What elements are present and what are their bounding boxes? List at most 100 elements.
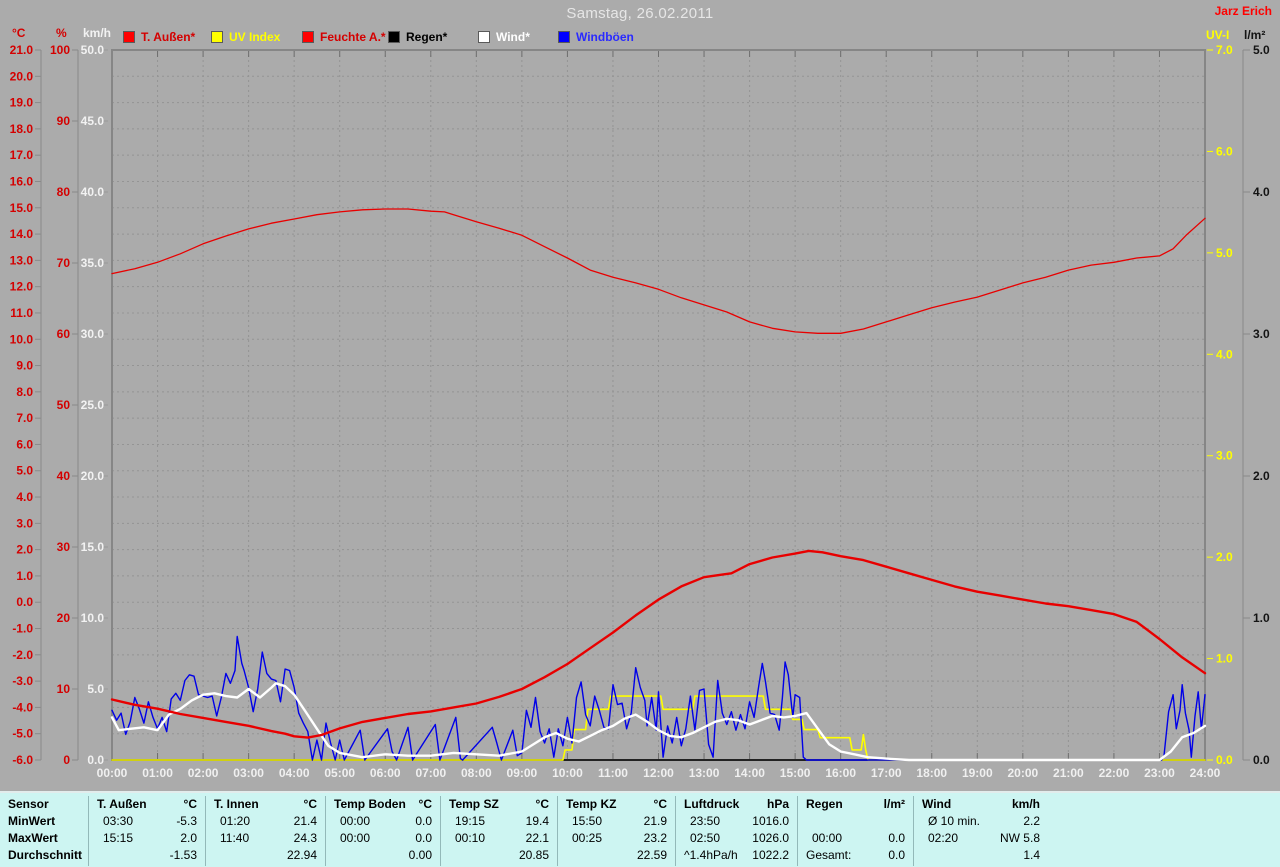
axis-tick-label: -6.0 bbox=[12, 753, 33, 767]
sensor-name: Luftdruck bbox=[684, 797, 740, 811]
axis-tick-label: 30 bbox=[57, 540, 71, 554]
axis-tick-label: 60 bbox=[57, 327, 71, 341]
axis-tick-label: 0.0 bbox=[16, 595, 33, 609]
table-header-sensor: Sensor bbox=[8, 797, 49, 811]
max-time: 00:25 bbox=[572, 831, 603, 845]
axis-tick-label: 90 bbox=[57, 114, 71, 128]
axis-tick-label: 12:00 bbox=[643, 766, 674, 780]
axis-tick-label: 40 bbox=[57, 469, 71, 483]
sensor-unit: °C bbox=[653, 797, 667, 811]
max-value: 24.3 bbox=[293, 831, 317, 845]
max-time: 00:00 bbox=[812, 831, 843, 845]
axis-tick-label: 50.0 bbox=[81, 43, 105, 57]
sensor-name: Temp KZ bbox=[566, 797, 617, 811]
max-value: NW 5.8 bbox=[999, 831, 1040, 845]
axis-tick-label: 19:00 bbox=[962, 766, 993, 780]
sensor-column-temp-boden: Temp Boden °C 00:00 0.0 00:00 0.0 0.00 bbox=[325, 796, 440, 866]
sensor-unit: °C bbox=[418, 797, 432, 811]
max-value: 22.1 bbox=[525, 831, 549, 845]
avg-value: 20.85 bbox=[518, 848, 549, 862]
sensor-unit: °C bbox=[535, 797, 549, 811]
max-value: 0.0 bbox=[888, 831, 905, 845]
sensor-name: Regen bbox=[806, 797, 843, 811]
sensor-name: T. Außen bbox=[97, 797, 147, 811]
axis-tick-label: 2.0 bbox=[1216, 550, 1233, 564]
axis-tick-label: 08:00 bbox=[461, 766, 492, 780]
sensor-column-t-innen: T. Innen °C 01:20 21.4 11:40 24.3 22.94 bbox=[205, 796, 325, 866]
axis-tick-label: 3.0 bbox=[16, 516, 33, 530]
axis-tick-label: -1.0 bbox=[12, 622, 33, 636]
axis-tick-label: 15.0 bbox=[10, 201, 34, 215]
axis-tick-label: 2.0 bbox=[1253, 469, 1270, 483]
min-time: 03:30 bbox=[103, 814, 134, 828]
avg-value: 1022.2 bbox=[752, 848, 789, 862]
min-value: 2.2 bbox=[1023, 814, 1040, 828]
axis-tick-label: 20 bbox=[57, 611, 71, 625]
axis-tick-label: 0 bbox=[63, 753, 70, 767]
axis-tick-label: 20.0 bbox=[81, 469, 105, 483]
max-value: 2.0 bbox=[180, 831, 197, 845]
sensor-column-temp-sz: Temp SZ °C 19:15 19.4 00:10 22.1 20.85 bbox=[440, 796, 557, 866]
axis-tick-label: 7.0 bbox=[1216, 43, 1233, 57]
avg-label: Gesamt: bbox=[806, 848, 852, 862]
axis-tick-label: 35.0 bbox=[81, 256, 105, 270]
axis-tick-label: 11.0 bbox=[10, 306, 33, 320]
axis-tick-label: 6.0 bbox=[16, 437, 33, 451]
sensor-column-luftdruck: Luftdruck hPa 23:50 1016.0 02:50 1026.0 ^1.… bbox=[675, 796, 797, 866]
min-value: 21.4 bbox=[293, 814, 317, 828]
axis-tick-label: 4.0 bbox=[16, 490, 33, 504]
axis-tick-label: 06:00 bbox=[370, 766, 401, 780]
min-time: 15:50 bbox=[572, 814, 603, 828]
axis-tick-label: 0.0 bbox=[1253, 753, 1270, 767]
min-time: Ø 10 min. bbox=[928, 814, 981, 828]
y-axis-humidity bbox=[72, 49, 79, 761]
axis-tick-label: 5.0 bbox=[16, 464, 33, 478]
sensor-unit: km/h bbox=[1011, 797, 1040, 811]
axis-tick-label: 19.0 bbox=[10, 96, 34, 110]
axis-tick-label: 1.0 bbox=[1216, 652, 1233, 666]
axis-tick-label: 1.0 bbox=[1253, 611, 1270, 625]
axis-tick-label: 09:00 bbox=[507, 766, 538, 780]
min-time: 00:00 bbox=[340, 814, 371, 828]
avg-label bbox=[914, 847, 928, 864]
avg-value: 0.00 bbox=[408, 848, 432, 862]
axis-tick-label: 14:00 bbox=[734, 766, 765, 780]
axis-tick-label: 15:00 bbox=[780, 766, 811, 780]
axis-tick-label: 13.0 bbox=[10, 253, 34, 267]
min-value: -5.3 bbox=[176, 814, 197, 828]
axis-tick-label: 20.0 bbox=[10, 69, 34, 83]
sensor-column-temp-kz: Temp KZ °C 15:50 21.9 00:25 23.2 22.59 bbox=[557, 796, 675, 866]
axis-tick-label: 70 bbox=[57, 256, 71, 270]
sensor-unit: l/m² bbox=[883, 797, 905, 811]
axis-tick-label: 5.0 bbox=[1216, 246, 1233, 260]
axis-tick-label: 14.0 bbox=[10, 227, 34, 241]
axis-tick-label: -4.0 bbox=[12, 700, 33, 714]
max-time: 15:15 bbox=[103, 831, 134, 845]
row-label-maxwert: MaxWert bbox=[8, 831, 58, 845]
axis-tick-label: 22:00 bbox=[1099, 766, 1130, 780]
gridlines bbox=[112, 50, 1205, 760]
summary-table: Sensor MinWert MaxWert Durchschnitt T. A… bbox=[0, 791, 1280, 867]
y-axis-uv bbox=[1207, 49, 1213, 761]
sensor-column-wind: Wind km/h Ø 10 min. 2.2 02:20 NW 5.8 1.4 bbox=[913, 796, 1048, 866]
axis-tick-label: 07:00 bbox=[415, 766, 446, 780]
axis-tick-label: 80 bbox=[57, 185, 71, 199]
axis-tick-label: 45.0 bbox=[81, 114, 105, 128]
axis-tick-label: 3.0 bbox=[1216, 449, 1233, 463]
avg-value: 22.59 bbox=[636, 848, 667, 862]
avg-label bbox=[89, 847, 103, 864]
min-time: 23:50 bbox=[690, 814, 721, 828]
min-time: 01:20 bbox=[220, 814, 251, 828]
axis-tick-label: 5.0 bbox=[1253, 43, 1270, 57]
axis-tick-label: 4.0 bbox=[1216, 347, 1233, 361]
avg-label bbox=[441, 847, 455, 864]
axis-tick-label: 6.0 bbox=[1216, 144, 1233, 158]
axis-tick-label: 16:00 bbox=[825, 766, 856, 780]
axis-tick-label: 30.0 bbox=[81, 327, 105, 341]
axis-tick-label: 10:00 bbox=[552, 766, 583, 780]
sensor-name: Temp SZ bbox=[449, 797, 499, 811]
max-time: 11:40 bbox=[220, 831, 250, 845]
axis-tick-label: 17.0 bbox=[10, 148, 34, 162]
axis-tick-label: 40.0 bbox=[81, 185, 105, 199]
max-time: 00:00 bbox=[340, 831, 371, 845]
